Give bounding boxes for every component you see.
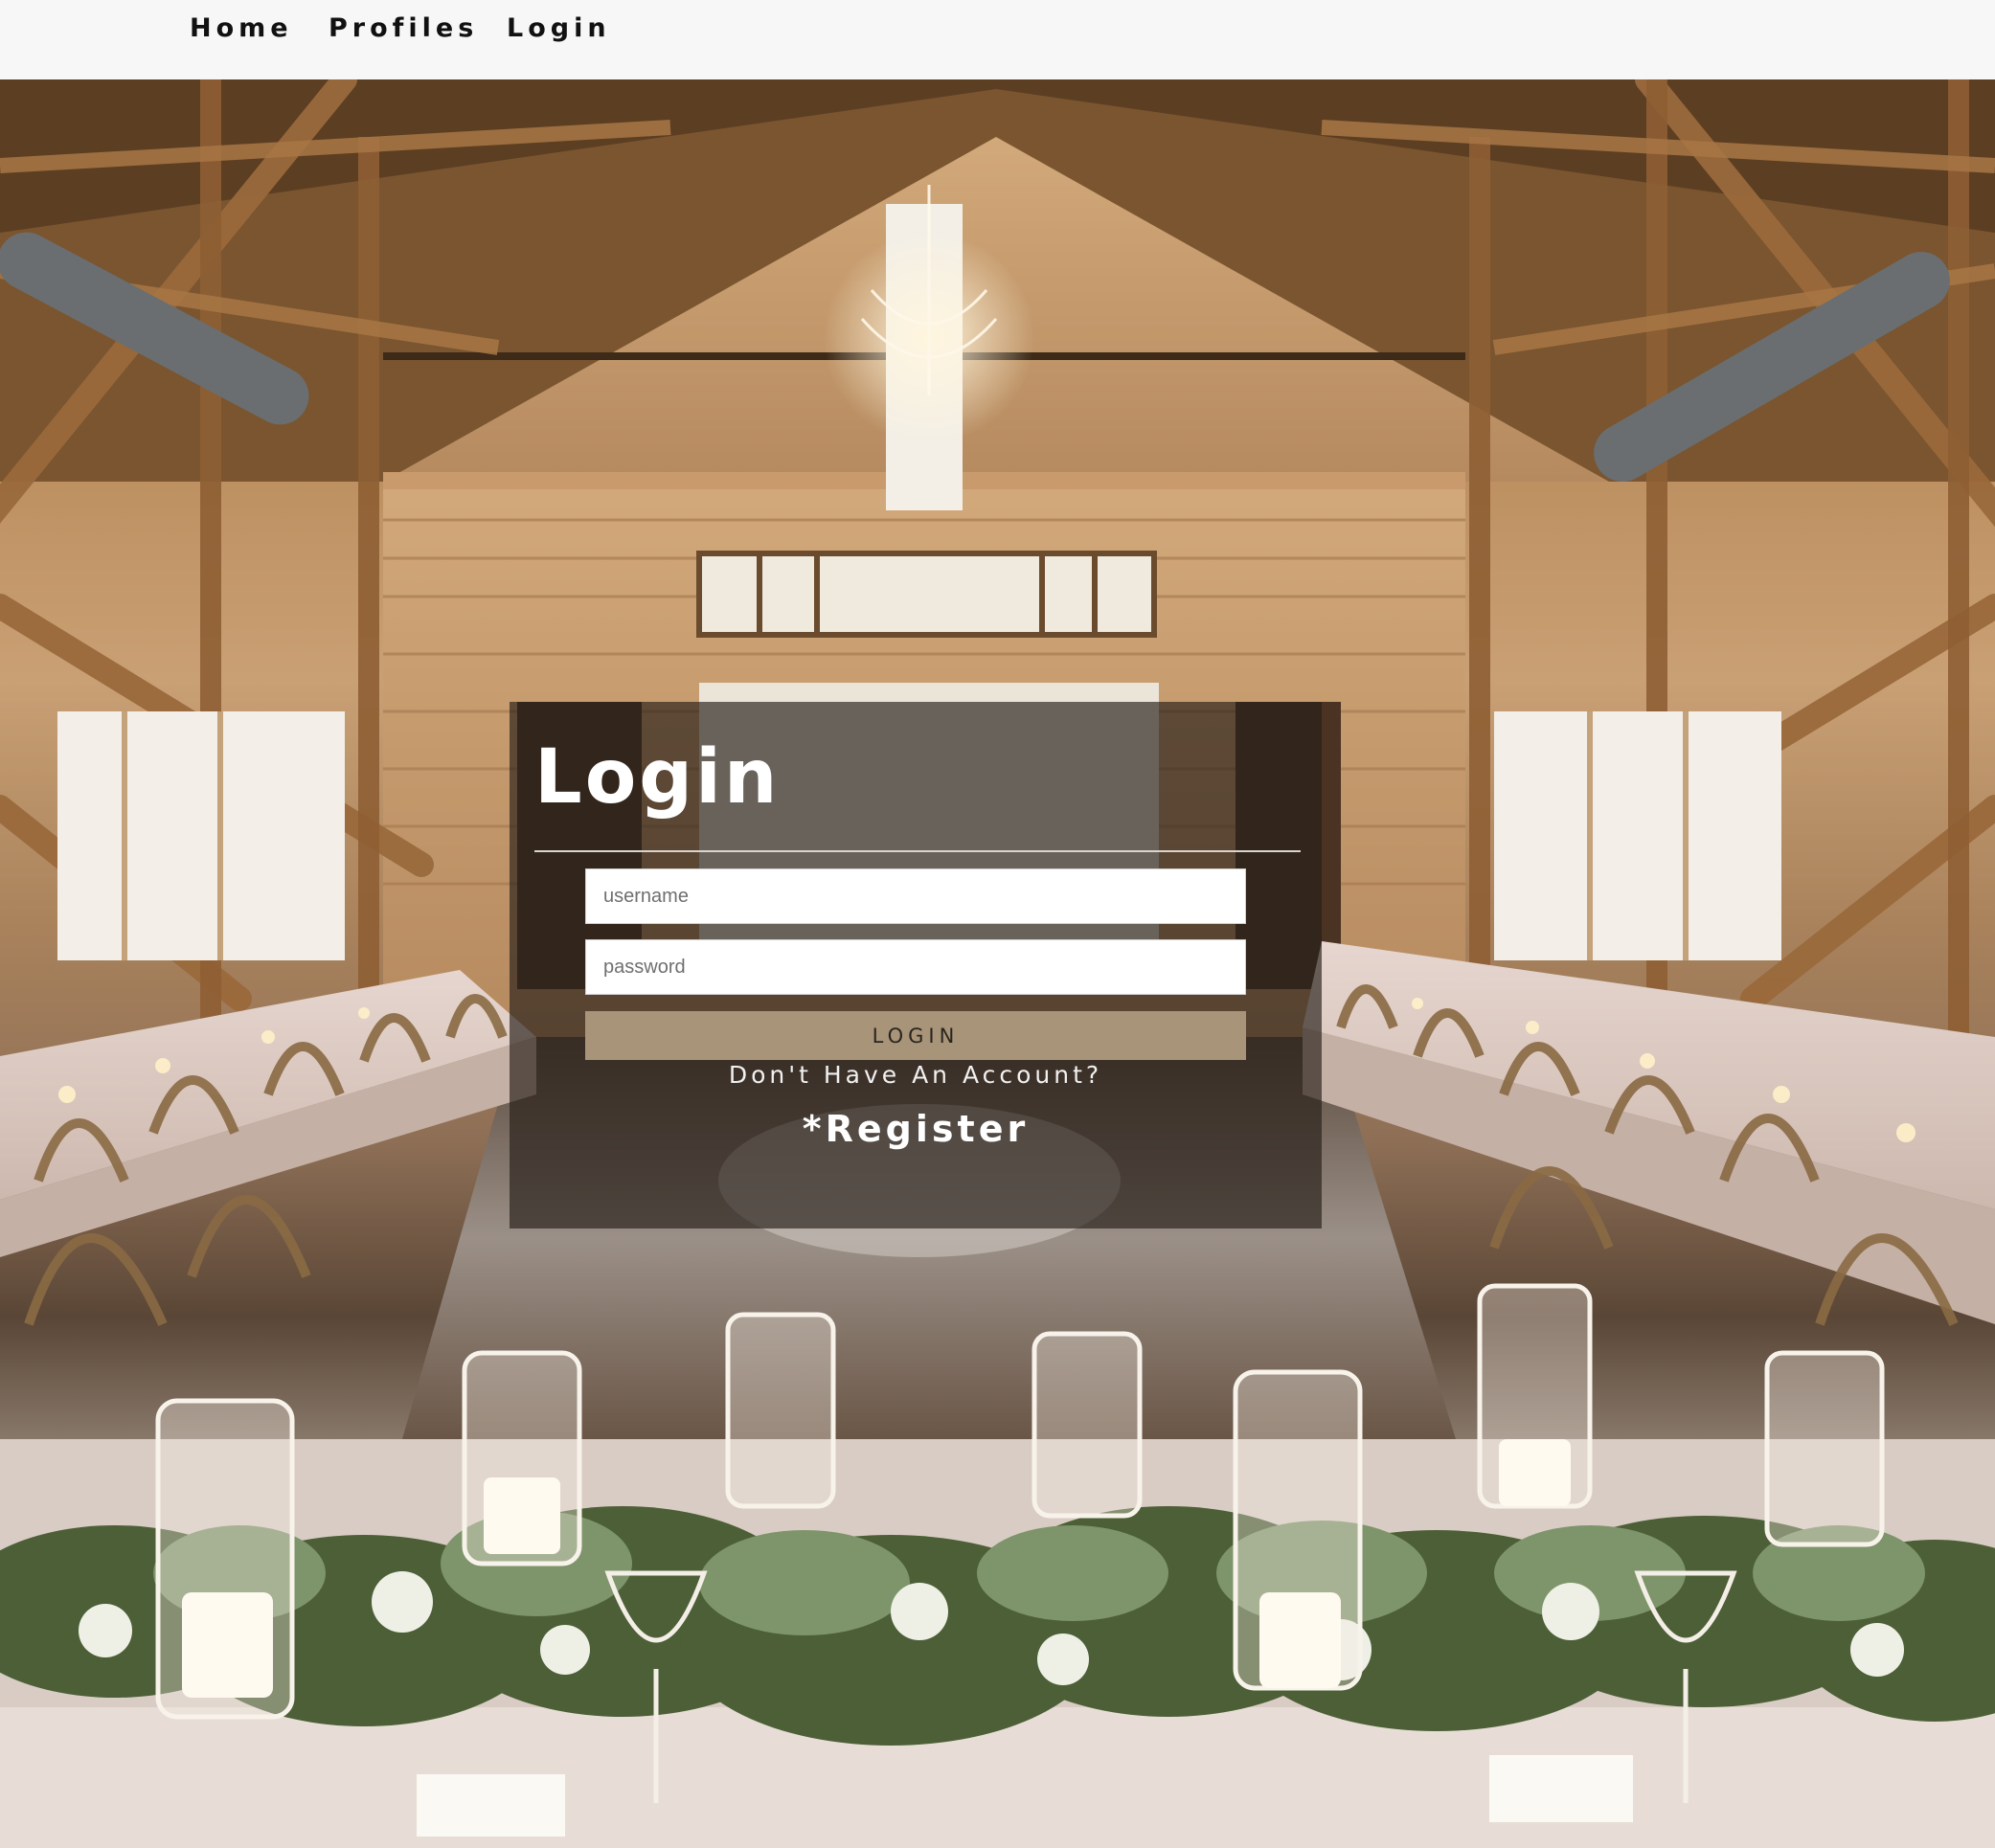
login-panel: Login LOGIN Don't Have An Account? *Regi… — [510, 702, 1322, 1228]
login-title: Login — [534, 734, 781, 821]
login-button[interactable]: LOGIN — [585, 1011, 1246, 1060]
register-link[interactable]: *Register — [510, 1108, 1322, 1150]
top-navbar: Home Profiles Login — [0, 0, 1995, 79]
username-input[interactable] — [585, 868, 1246, 924]
nav-link-profiles[interactable]: Profiles — [329, 13, 478, 43]
page: Home Profiles Login Login username LOGIN… — [0, 0, 1995, 1848]
login-divider — [534, 850, 1301, 852]
nav-link-home[interactable]: Home — [190, 13, 293, 43]
no-account-text: Don't Have An Account? — [728, 1061, 1103, 1089]
nav-link-login[interactable]: Login — [507, 13, 611, 43]
password-input[interactable] — [585, 939, 1246, 995]
